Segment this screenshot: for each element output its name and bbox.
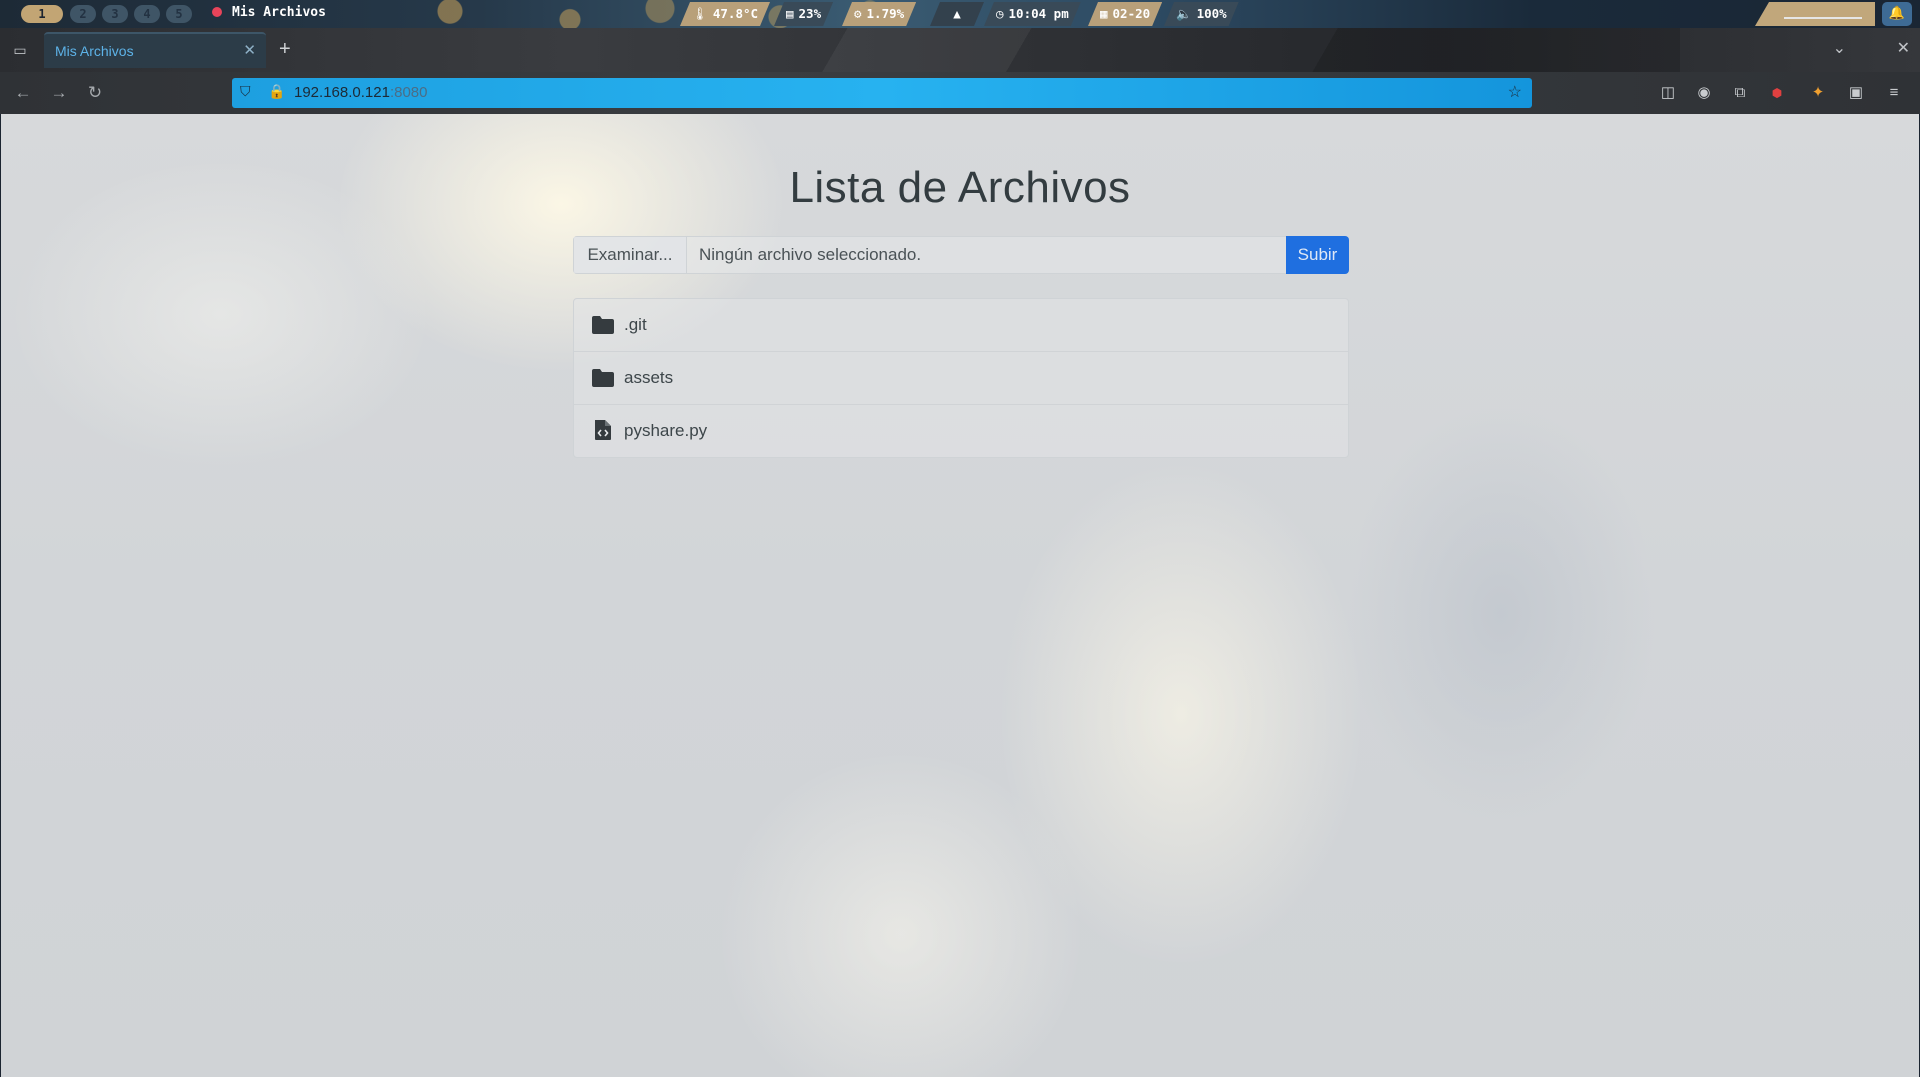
forward-arrow-icon[interactable]: → (48, 82, 70, 104)
tray-indicator (1784, 17, 1862, 19)
workspace-3[interactable]: 3 (102, 5, 128, 23)
back-arrow-icon[interactable]: ← (12, 82, 34, 104)
memory-widget: ▤ 23% (774, 2, 833, 26)
date-value: 02-20 (1112, 6, 1151, 21)
code-file-icon (595, 420, 611, 440)
extension-spark-icon[interactable]: ✦ (1808, 83, 1828, 103)
chevron-down-icon[interactable]: ⌄ (1833, 38, 1846, 58)
system-top-bar: 1 2 3 4 5 Mis Archivos 🌡 47.8°C ▤ 23% ⚙ 1.7… (0, 0, 1920, 28)
tab-title: Mis Archivos (55, 43, 134, 59)
volume-widget[interactable]: 🔈 100% (1164, 2, 1239, 26)
list-item[interactable]: .git (574, 299, 1348, 352)
extension-avatar-icon[interactable]: ▣ (1846, 83, 1866, 103)
browser-tab-strip: ▭ Mis Archivos ✕ + ⌄ ✕ (0, 28, 1920, 72)
folder-icon (592, 316, 614, 334)
reload-icon[interactable]: ↻ (84, 82, 106, 104)
extensions-icon[interactable]: ⧉ (1730, 83, 1750, 103)
window-title-text: Mis Archivos (232, 5, 326, 20)
pocket-icon[interactable]: ◫ (1658, 83, 1678, 103)
menu-hamburger-icon[interactable]: ≡ (1884, 83, 1904, 103)
arch-logo-icon[interactable]: ▲ (930, 2, 984, 26)
page-title: Lista de Archivos (789, 163, 1131, 212)
firefox-icon (212, 7, 222, 17)
url-host: 192.168.0.121 (294, 84, 390, 101)
page-viewport: Lista de Archivos Examinar... Ningún arc… (1, 114, 1919, 1077)
tab-overview-icon[interactable]: ▭ (10, 40, 30, 60)
cpu-value: 1.79% (866, 6, 905, 21)
tab-mis-archivos[interactable]: Mis Archivos ✕ (44, 32, 266, 68)
thermometer-icon: 🌡 (692, 6, 708, 21)
workspace-2[interactable]: 2 (70, 5, 96, 23)
browse-button[interactable]: Examinar... (574, 237, 687, 273)
address-bar[interactable]: ⛉ 🔒 192.168.0.121:8080 ☆ (232, 78, 1532, 108)
tray-background (1755, 2, 1875, 26)
temperature-value: 47.8°C (712, 6, 759, 21)
wallpaper-pattern (330, 0, 930, 28)
file-name[interactable]: .git (624, 315, 647, 335)
file-name[interactable]: assets (624, 368, 673, 388)
workspace-5[interactable]: 5 (166, 5, 192, 23)
date-widget: ▦ 02-20 (1088, 2, 1162, 26)
active-window-title: Mis Archivos (212, 5, 326, 20)
workspace-4[interactable]: 4 (134, 5, 160, 23)
ublock-icon[interactable]: ⬢ (1767, 83, 1787, 103)
cpu-widget: ⚙ 1.79% (842, 2, 916, 26)
browser-nav-bar: ← → ↻ ⛉ 🔒 192.168.0.121:8080 ☆ ◫ ◉ ⧉ ⬢ ✦… (0, 72, 1920, 114)
clock-value: 10:04 pm (1008, 6, 1069, 21)
cpu-icon: ⚙ (854, 6, 862, 21)
file-name[interactable]: pyshare.py (624, 421, 707, 441)
clock-icon: ◷ (996, 6, 1004, 21)
folder-icon (592, 369, 614, 387)
clock-widget: ◷ 10:04 pm (984, 2, 1081, 26)
calendar-icon: ▦ (1100, 6, 1108, 21)
workspace-1[interactable]: 1 (21, 5, 63, 23)
shield-icon[interactable]: ⛉ (240, 83, 251, 100)
url-port: :8080 (389, 84, 428, 101)
window-close-icon[interactable]: ✕ (1897, 38, 1910, 58)
close-icon[interactable]: ✕ (243, 41, 256, 59)
selected-file-label: Ningún archivo seleccionado. (699, 245, 922, 264)
bookmark-star-icon[interactable]: ☆ (1508, 82, 1522, 102)
memory-value: 23% (798, 6, 822, 21)
memory-icon: ▤ (786, 6, 794, 21)
account-icon[interactable]: ◉ (1694, 83, 1714, 103)
list-item[interactable]: pyshare.py (574, 405, 1348, 457)
list-item[interactable]: assets (574, 352, 1348, 405)
url-text[interactable]: 192.168.0.121:8080 (294, 84, 427, 101)
temperature-widget: 🌡 47.8°C (680, 2, 770, 26)
volume-value: 100% (1196, 6, 1227, 21)
upload-form: Examinar... Ningún archivo seleccionado.… (573, 236, 1349, 274)
bell-icon[interactable]: 🔔 (1882, 2, 1912, 26)
submit-upload-button[interactable]: Subir (1286, 236, 1349, 274)
speaker-icon: 🔈 (1176, 6, 1192, 21)
new-tab-plus-icon[interactable]: + (279, 38, 291, 60)
lock-icon[interactable]: 🔒 (268, 83, 285, 100)
file-list: .git assets pyshare.py (573, 298, 1349, 458)
